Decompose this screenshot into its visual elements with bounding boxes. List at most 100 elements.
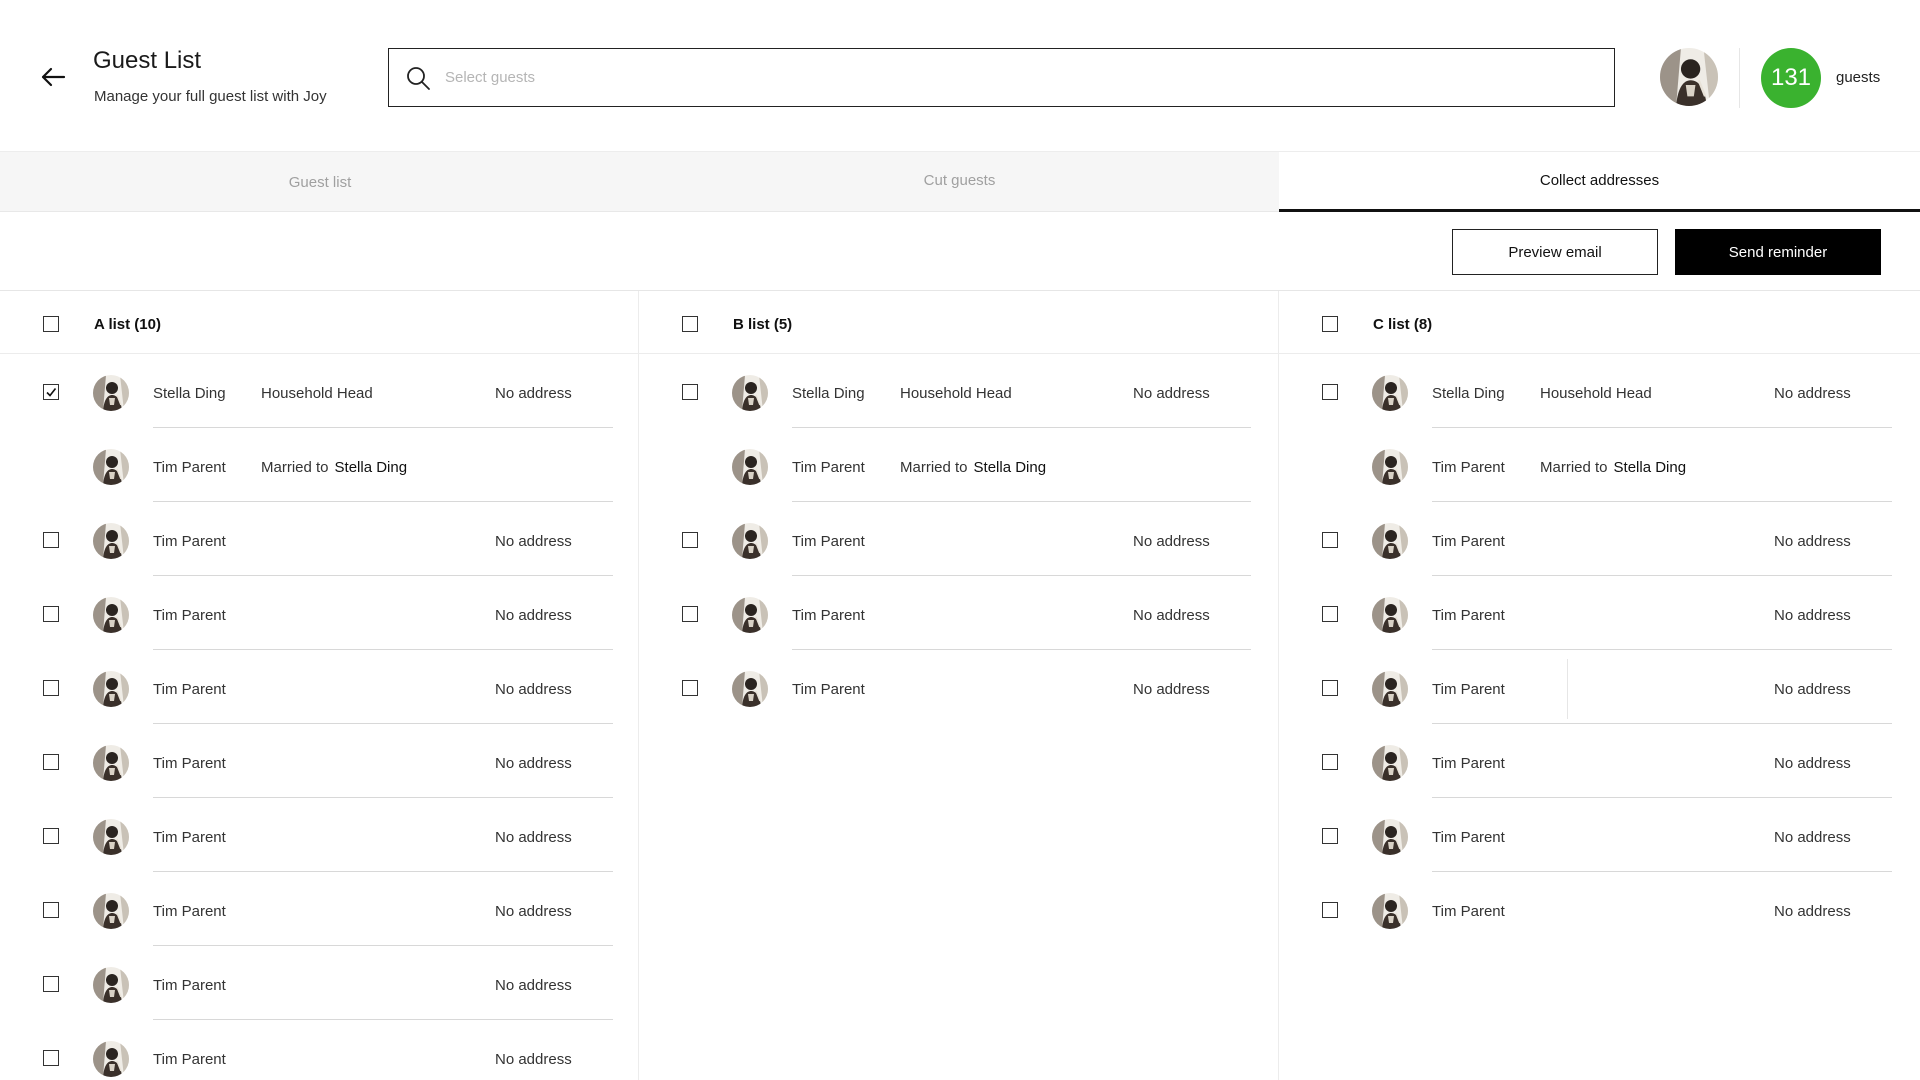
guest-avatar (93, 375, 129, 411)
guest-row: Tim Parent No address (1279, 502, 1920, 576)
guest-checkbox[interactable] (1322, 828, 1338, 844)
user-avatar[interactable] (1660, 48, 1718, 106)
search-input[interactable] (445, 69, 1545, 86)
guest-avatar (732, 375, 768, 411)
guest-row: Tim Parent No address (0, 724, 638, 798)
guest-address-status: No address (1133, 681, 1210, 698)
c-list-select-all-checkbox[interactable] (1322, 316, 1338, 332)
guest-checkbox[interactable] (43, 1050, 59, 1066)
tab-cut-guests[interactable]: Cut guests (640, 150, 1279, 210)
guest-row: Tim Parent No address (639, 502, 1278, 576)
guest-name[interactable]: Tim Parent (153, 1051, 226, 1068)
guest-checkbox[interactable] (682, 680, 698, 696)
guest-checkbox[interactable] (682, 532, 698, 548)
guest-row: Tim Parent No address (1279, 798, 1920, 872)
guest-checkbox[interactable] (1322, 680, 1338, 696)
guest-name[interactable]: Tim Parent (792, 607, 865, 624)
tab-guest-list[interactable]: Guest list (0, 152, 640, 212)
guest-address-status: No address (1774, 533, 1851, 550)
guest-name[interactable]: Tim Parent (153, 755, 226, 772)
spouse-name[interactable]: Stella Ding (335, 459, 408, 476)
guest-row: Tim Parent No address (1279, 724, 1920, 798)
guest-count-badge: 131 (1761, 48, 1821, 108)
guest-row: Tim Parent No address (0, 502, 638, 576)
guest-avatar (1372, 597, 1408, 633)
guest-checkbox[interactable] (1322, 754, 1338, 770)
guest-name[interactable]: Tim Parent (153, 533, 226, 550)
guest-checkbox[interactable] (1322, 384, 1338, 400)
guest-name[interactable]: Tim Parent (153, 829, 226, 846)
guest-row: Tim Parent Married to Stella Ding (1279, 428, 1920, 502)
guest-name[interactable]: Tim Parent (153, 607, 226, 624)
guest-row: Tim Parent No address (0, 946, 638, 1020)
guest-checkbox[interactable] (43, 976, 59, 992)
guest-role: Married to Stella Ding (261, 459, 407, 476)
header-divider (1739, 48, 1740, 108)
guest-name[interactable]: Tim Parent (792, 681, 865, 698)
guest-role-label: Household Head (1540, 385, 1652, 402)
guest-checkbox[interactable] (682, 606, 698, 622)
guest-name[interactable]: Tim Parent (153, 977, 226, 994)
send-reminder-button[interactable]: Send reminder (1675, 229, 1881, 275)
back-arrow-icon[interactable] (38, 62, 68, 92)
guest-address-status: No address (495, 385, 572, 402)
guest-row: Tim Parent Married to Stella Ding (0, 428, 638, 502)
guest-checkbox[interactable] (43, 680, 59, 696)
guest-row: Tim Parent No address (639, 576, 1278, 650)
guest-checkbox[interactable] (43, 902, 59, 918)
guest-avatar (1372, 523, 1408, 559)
a-list-select-all-checkbox[interactable] (43, 316, 59, 332)
page-header: Guest List Manage your full guest list w… (0, 0, 1920, 151)
tab-collect-addresses[interactable]: Collect addresses (1279, 152, 1920, 212)
guest-name[interactable]: Tim Parent (153, 459, 226, 476)
guest-name[interactable]: Tim Parent (1432, 755, 1505, 772)
guest-name[interactable]: Tim Parent (1432, 533, 1505, 550)
guest-checkbox[interactable] (1322, 606, 1338, 622)
guest-avatar (732, 449, 768, 485)
guest-name[interactable]: Tim Parent (153, 681, 226, 698)
guest-name[interactable]: Tim Parent (1432, 903, 1505, 920)
guest-checkbox[interactable] (43, 384, 59, 400)
guest-avatar (93, 819, 129, 855)
guest-avatar (93, 967, 129, 1003)
guest-count-label: guests (1836, 69, 1881, 86)
guest-role: Household Head (261, 385, 373, 402)
guest-row: Tim Parent No address (0, 798, 638, 872)
c-list-header: C list (8) (1279, 291, 1920, 354)
spouse-name[interactable]: Stella Ding (974, 459, 1047, 476)
guest-name[interactable]: Tim Parent (792, 533, 865, 550)
guest-address-status: No address (495, 829, 572, 846)
guest-row: Tim Parent No address (0, 872, 638, 946)
guest-row: Tim Parent No address (0, 650, 638, 724)
guest-address-status: No address (1774, 903, 1851, 920)
preview-email-button[interactable]: Preview email (1452, 229, 1658, 275)
guest-name[interactable]: Stella Ding (153, 385, 226, 402)
b-list-select-all-checkbox[interactable] (682, 316, 698, 332)
guest-avatar (1372, 671, 1408, 707)
guest-name[interactable]: Tim Parent (1432, 459, 1505, 476)
guest-row: Stella Ding Household Head No address (1279, 354, 1920, 428)
guest-checkbox[interactable] (43, 754, 59, 770)
guest-avatar (93, 745, 129, 781)
guest-name[interactable]: Tim Parent (1432, 607, 1505, 624)
guest-name[interactable]: Tim Parent (153, 903, 226, 920)
guest-name[interactable]: Tim Parent (1432, 829, 1505, 846)
guest-address-status: No address (495, 533, 572, 550)
guest-checkbox[interactable] (43, 606, 59, 622)
b-list-column: B list (5) Stella Ding Household Head No ad… (639, 291, 1279, 1080)
guest-checkbox[interactable] (1322, 532, 1338, 548)
search-box[interactable] (388, 48, 1615, 107)
guest-checkbox[interactable] (682, 384, 698, 400)
guest-checkbox[interactable] (43, 828, 59, 844)
guest-name[interactable]: Stella Ding (792, 385, 865, 402)
guest-name[interactable]: Tim Parent (792, 459, 865, 476)
guest-role: Household Head (900, 385, 1012, 402)
spouse-name[interactable]: Stella Ding (1614, 459, 1687, 476)
guest-checkbox[interactable] (43, 532, 59, 548)
guest-name[interactable]: Tim Parent (1432, 681, 1505, 698)
guest-address-status: No address (495, 681, 572, 698)
a-list-header: A list (10) (0, 291, 638, 354)
page-subtitle: Manage your full guest list with Joy (94, 88, 327, 105)
guest-name[interactable]: Stella Ding (1432, 385, 1505, 402)
guest-checkbox[interactable] (1322, 902, 1338, 918)
